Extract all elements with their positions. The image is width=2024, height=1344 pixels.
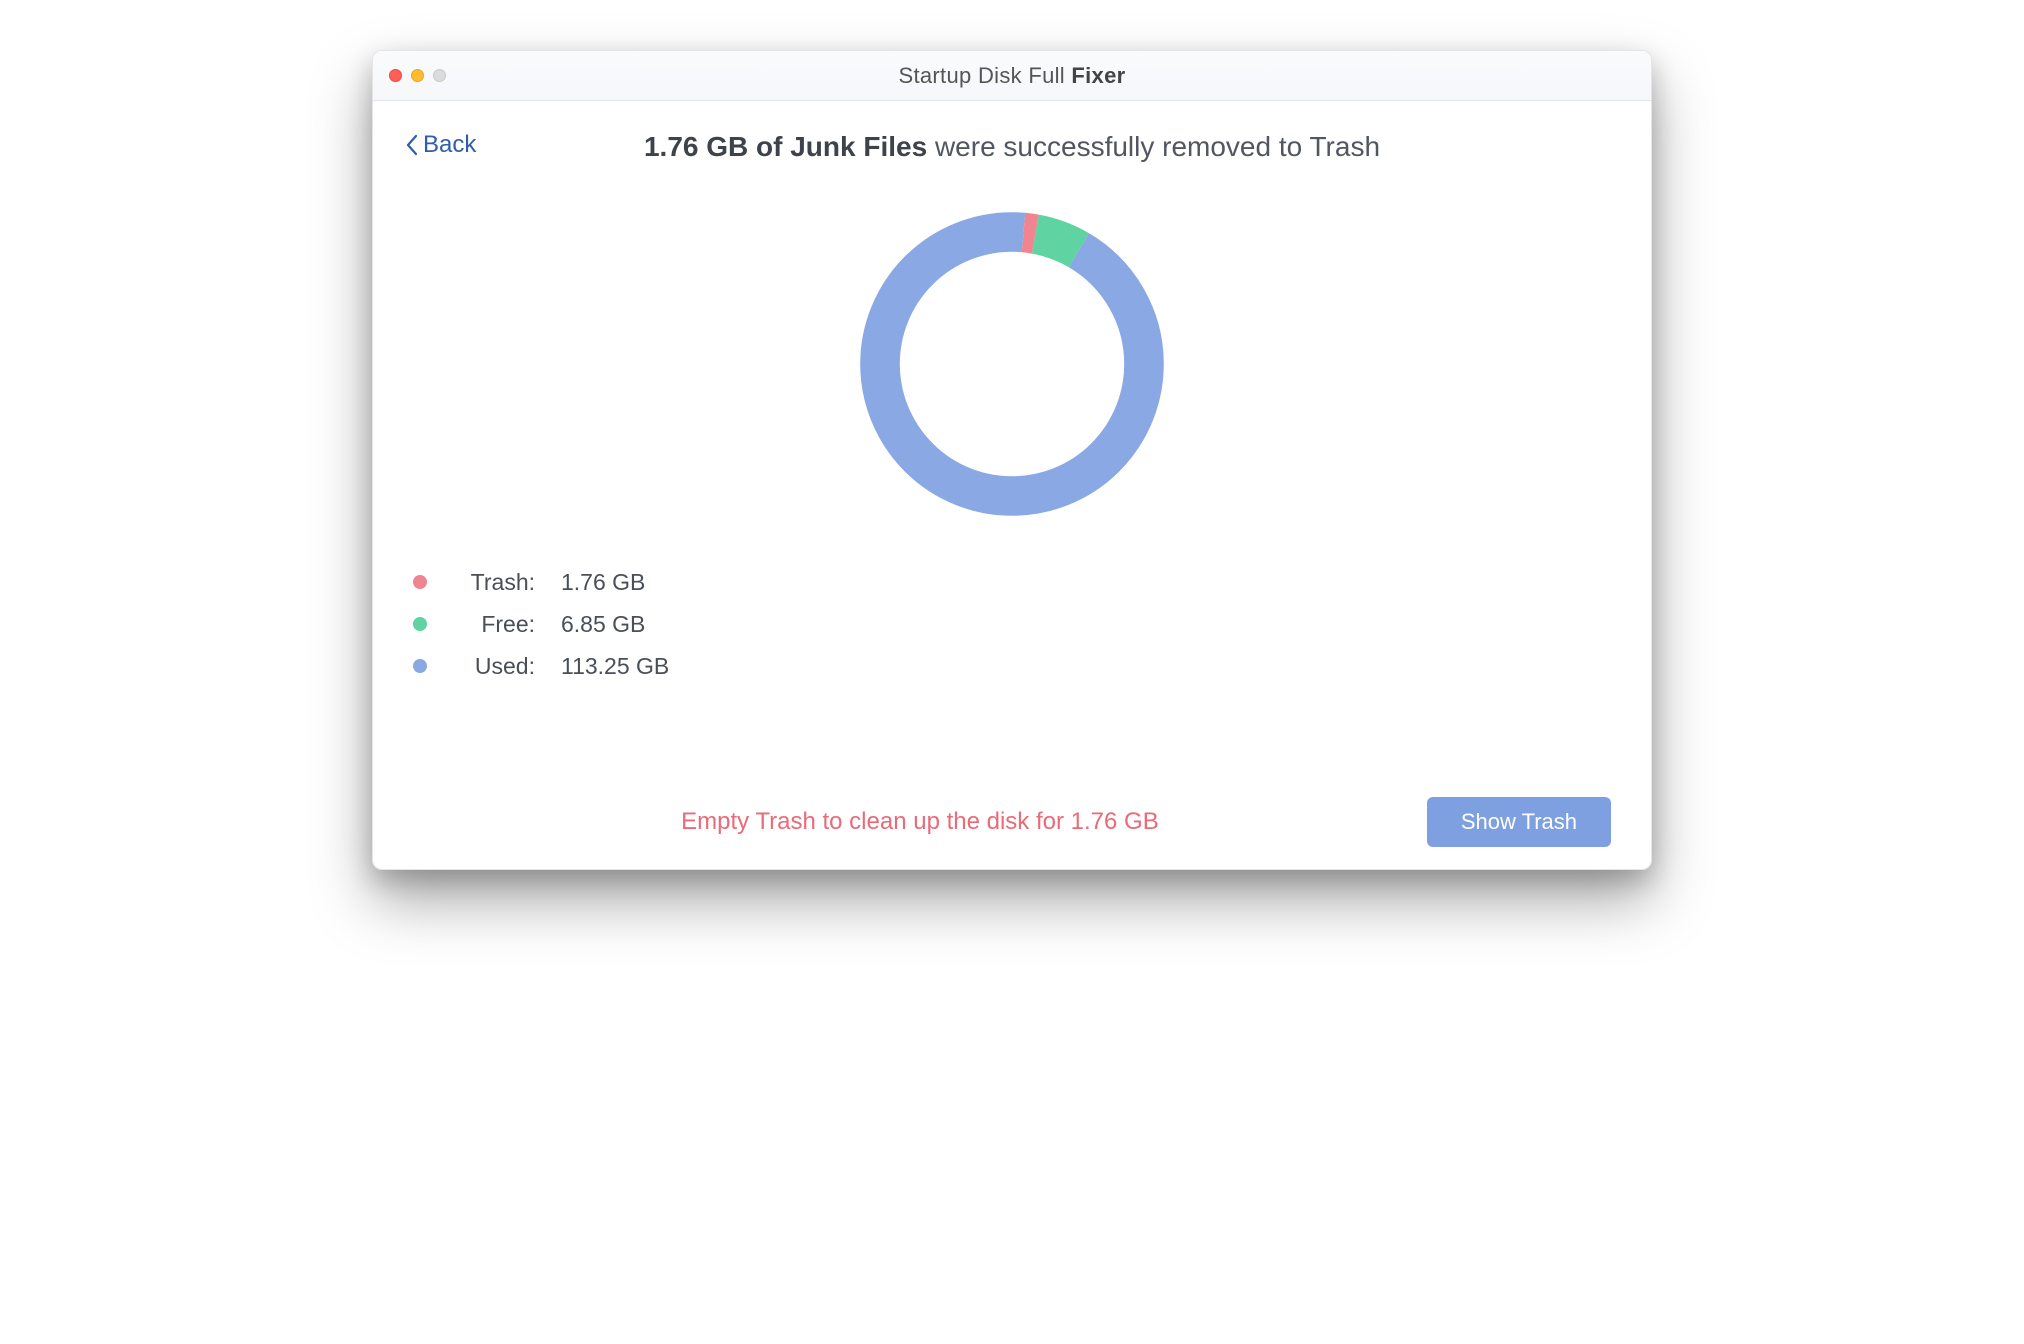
chevron-left-icon xyxy=(405,134,419,156)
window-title: Startup Disk Full Fixer xyxy=(373,63,1651,89)
empty-trash-tip: Empty Trash to clean up the disk for 1.7… xyxy=(413,808,1427,836)
back-button[interactable]: Back xyxy=(405,131,476,159)
window-title-prefix: Startup Disk Full xyxy=(899,63,1072,88)
legend-color-icon xyxy=(413,659,427,673)
legend: Trash: 1.76 GB Free: 6.85 GB Used: 113.25 GB xyxy=(413,561,1611,687)
content-area: Back 1.76 GB of Junk Files were successf… xyxy=(373,101,1651,869)
donut-segment-used xyxy=(880,232,1144,496)
legend-row: Used: 113.25 GB xyxy=(413,645,1611,687)
legend-label: Used: xyxy=(445,653,535,680)
title-bar: Startup Disk Full Fixer xyxy=(373,51,1651,101)
legend-label: Free: xyxy=(445,611,535,638)
page-title-rest: were successfully removed to Trash xyxy=(927,131,1380,162)
legend-row: Trash: 1.76 GB xyxy=(413,561,1611,603)
minimize-icon[interactable] xyxy=(411,69,424,82)
app-window: Startup Disk Full Fixer Back 1.76 GB of … xyxy=(372,50,1652,870)
traffic-lights xyxy=(389,69,446,82)
close-icon[interactable] xyxy=(389,69,402,82)
page-title: 1.76 GB of Junk Files were successfully … xyxy=(413,131,1611,163)
legend-row: Free: 6.85 GB xyxy=(413,603,1611,645)
window-title-suffix: Fixer xyxy=(1071,63,1125,88)
zoom-icon xyxy=(433,69,446,82)
back-button-label: Back xyxy=(423,131,476,159)
page-title-bold: 1.76 GB of Junk Files xyxy=(644,131,927,162)
legend-color-icon xyxy=(413,617,427,631)
legend-label: Trash: xyxy=(445,569,535,596)
legend-value: 6.85 GB xyxy=(561,611,701,638)
disk-usage-donut xyxy=(413,199,1611,529)
footer: Empty Trash to clean up the disk for 1.7… xyxy=(413,797,1611,847)
show-trash-button[interactable]: Show Trash xyxy=(1427,797,1611,847)
legend-color-icon xyxy=(413,575,427,589)
legend-value: 1.76 GB xyxy=(561,569,701,596)
legend-value: 113.25 GB xyxy=(561,653,701,680)
